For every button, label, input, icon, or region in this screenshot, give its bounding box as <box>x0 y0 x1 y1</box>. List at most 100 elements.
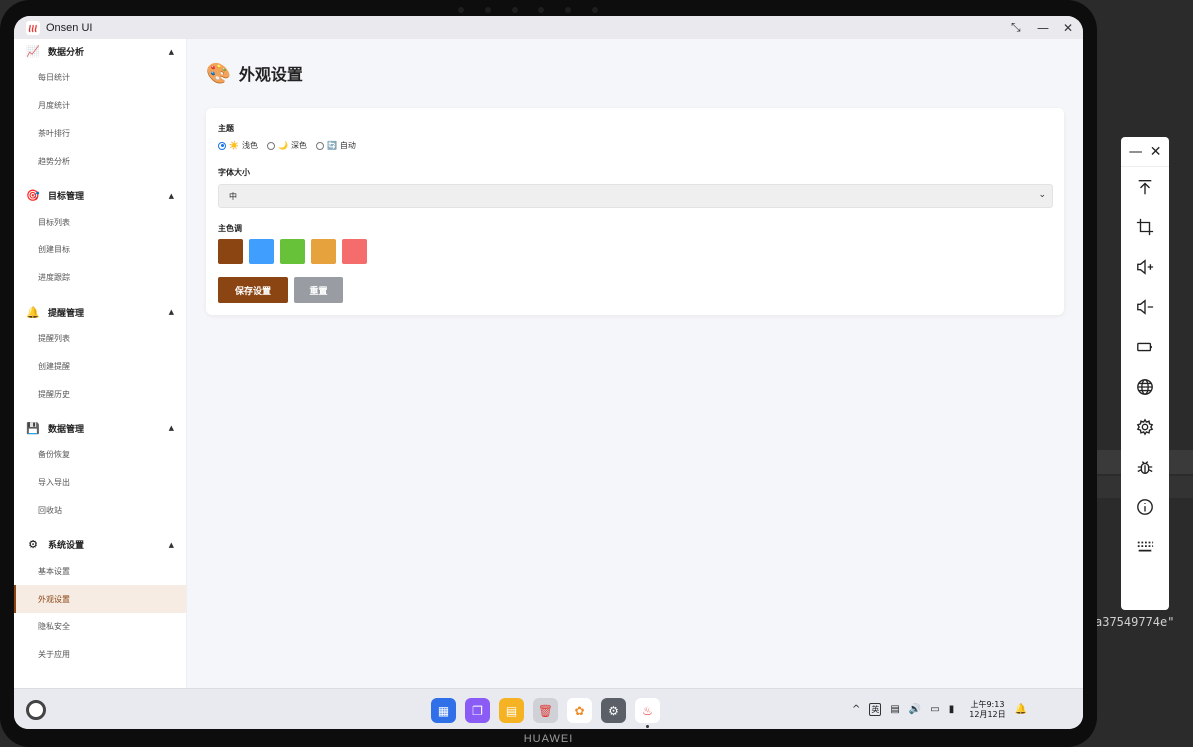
settings-icon[interactable]: ⚙ <box>601 698 626 723</box>
volume-down-icon[interactable] <box>1121 287 1169 327</box>
theme-radio[interactable] <box>266 141 275 150</box>
sidebar-item[interactable]: 每日统计 <box>14 64 186 92</box>
sidebar-item[interactable]: 备份恢复 <box>14 441 186 469</box>
color-swatch[interactable] <box>311 239 336 264</box>
sidebar-item[interactable]: 月度统计 <box>14 92 186 120</box>
top-icon[interactable] <box>1121 167 1169 207</box>
sidebar-group-label: 数据管理 <box>48 424 85 435</box>
onsen-logo-icon <box>26 20 40 35</box>
page-title: 外观设置 <box>238 65 303 84</box>
font-size-label: 字体大小 <box>218 168 250 177</box>
crop-icon[interactable] <box>1121 207 1169 247</box>
sidebar-group-header[interactable]: 📈 数据分析 ▲ <box>14 39 186 64</box>
multitask-icon[interactable]: ❐ <box>465 698 490 723</box>
bug-icon[interactable] <box>1121 447 1169 487</box>
sidebar-item[interactable]: 创建提醒 <box>14 352 186 380</box>
sidebar-group-header[interactable]: 💾 数据管理 ▲ <box>14 416 186 441</box>
theme-radio-label[interactable]: 深色 <box>291 140 307 151</box>
sidebar-group: 🔔 提醒管理 ▲ 提醒列表 创建提醒 提醒历史 <box>14 300 186 408</box>
emulator-tool-panel: — ✕ <box>1121 137 1169 610</box>
dock: ▦ ❐ ▤ 🗑 ✿ ⚙ ♨ <box>431 698 660 728</box>
clock[interactable]: 上午9:13 12月12日 <box>969 700 1005 720</box>
trash-icon[interactable]: 🗑 <box>533 698 558 723</box>
sidebar-item[interactable]: 基本设置 <box>14 557 186 585</box>
notes-icon[interactable]: ▤ <box>499 698 524 723</box>
background-code-text: a37549774e" <box>1095 615 1175 629</box>
chevron-up-icon[interactable]: ▲ <box>169 541 174 549</box>
sidebar-item[interactable]: 关于应用 <box>14 641 186 669</box>
main-content: 🎨 外观设置 主题 ☀️ 浅色 🌙 深色 🔄 自动 字体大小 中 ⌄ 主色调 保存设置 重… <box>188 39 1083 688</box>
sidebar-item[interactable]: 提醒列表 <box>14 325 186 353</box>
theme-radio-label[interactable]: 浅色 <box>242 140 258 151</box>
panel-close-button[interactable]: ✕ <box>1150 144 1162 160</box>
chevron-down-icon: ⌄ <box>1038 190 1046 200</box>
onsen-app-icon[interactable]: ♨ <box>635 698 660 728</box>
color-swatch[interactable] <box>280 239 305 264</box>
display-icon[interactable]: ▭ <box>930 704 939 715</box>
window-title: Onsen UI <box>46 21 93 34</box>
sidebar-group: 📈 数据分析 ▲ 每日统计 月度统计 茶叶排行 趋势分析 <box>14 39 186 175</box>
sidebar-group: ⚙ 系统设置 ▲ 基本设置 外观设置 隐私安全 关于应用 <box>14 532 186 668</box>
tablet-frame: HUAWEI Onsen UI ⤡ — ✕ 📈 数据分析 ▲ 每日统计 月度统计 茶叶排行… <box>0 0 1097 747</box>
sidebar-group-header[interactable]: ⚙ 系统设置 ▲ <box>14 532 186 557</box>
sidebar-item[interactable]: 导入导出 <box>14 469 186 497</box>
sidebar-item[interactable]: 茶叶排行 <box>14 120 186 148</box>
sidebar-item[interactable]: 回收站 <box>14 497 186 525</box>
font-size-select[interactable]: 中 ⌄ <box>218 184 1053 208</box>
chevron-up-icon[interactable]: ▲ <box>169 192 174 200</box>
sidebar-group-header[interactable]: 🎯 目标管理 ▲ <box>14 183 186 208</box>
sidebar-group-label: 提醒管理 <box>48 308 85 319</box>
chevron-up-icon[interactable]: ▲ <box>169 308 174 316</box>
sidebar-item[interactable]: 提醒历史 <box>14 380 186 408</box>
sidebar-item[interactable]: 创建目标 <box>14 236 186 264</box>
chevron-up-icon[interactable]: ▲ <box>169 48 174 56</box>
color-swatch[interactable] <box>218 239 243 264</box>
sidebar-item[interactable]: 外观设置 <box>14 585 186 613</box>
battery-icon[interactable] <box>1121 327 1169 367</box>
globe-icon[interactable] <box>1121 367 1169 407</box>
sidebar-item[interactable]: 进度跟踪 <box>14 264 186 292</box>
theme-radio[interactable] <box>218 141 226 150</box>
sidebar-item[interactable]: 趋势分析 <box>14 147 186 175</box>
notification-bell-icon[interactable]: 🔔 <box>1015 704 1027 715</box>
theme-radio[interactable] <box>315 141 324 150</box>
info-icon[interactable] <box>1121 487 1169 527</box>
floppy-icon: 💾 <box>26 421 40 435</box>
sidebar-item[interactable]: 目标列表 <box>14 208 186 236</box>
close-button[interactable]: ✕ <box>1063 21 1073 35</box>
sidebar-group-label: 目标管理 <box>48 192 85 203</box>
sidebar-group-label: 系统设置 <box>48 541 85 552</box>
sidebar-group: 🎯 目标管理 ▲ 目标列表 创建目标 进度跟踪 <box>14 183 186 291</box>
gallery-icon[interactable]: ✿ <box>567 698 592 723</box>
start-button[interactable] <box>26 700 46 720</box>
battery-icon[interactable]: ▮ <box>949 704 955 715</box>
page-header: 🎨 外观设置 <box>206 61 303 85</box>
keyboard-icon[interactable] <box>1121 527 1169 567</box>
tray-chevron-icon[interactable]: ^ <box>852 704 860 715</box>
chevron-up-icon[interactable]: ▲ <box>169 424 174 432</box>
restore-button[interactable]: ⤡ <box>1011 20 1021 35</box>
reset-button[interactable]: 重置 <box>294 277 343 303</box>
window-titlebar: Onsen UI ⤡ — ✕ <box>14 16 1083 39</box>
save-settings-button[interactable]: 保存设置 <box>218 277 288 303</box>
volume-icon[interactable]: 🔊 <box>909 704 921 715</box>
sidebar-group: 💾 数据管理 ▲ 备份恢复 导入导出 回收站 <box>14 416 186 524</box>
system-tray: ^ 英 ▤ 🔊 ▭ ▮ 上午9:13 12月12日 🔔 <box>852 689 1027 729</box>
color-swatch[interactable] <box>342 239 367 264</box>
camera-bar <box>458 6 598 14</box>
primary-color-label: 主色调 <box>218 224 242 233</box>
volume-up-icon[interactable] <box>1121 247 1169 287</box>
ime-icon[interactable]: 英 <box>869 703 882 716</box>
minimize-button[interactable]: — <box>1037 21 1049 35</box>
theme-radio-label[interactable]: 自动 <box>340 140 356 151</box>
panel-minimize-button[interactable]: — <box>1129 144 1143 160</box>
color-swatch-group <box>218 239 367 264</box>
color-swatch[interactable] <box>249 239 274 264</box>
sidebar-item[interactable]: 隐私安全 <box>14 613 186 641</box>
sidebar-group-header[interactable]: 🔔 提醒管理 ▲ <box>14 300 186 325</box>
gear-icon[interactable] <box>1121 407 1169 447</box>
app-grid-icon[interactable]: ▦ <box>431 698 456 723</box>
theme-radio-group: ☀️ 浅色 🌙 深色 🔄 自动 <box>218 140 365 151</box>
moon-icon: 🌙 <box>277 141 288 150</box>
notes-tray-icon[interactable]: ▤ <box>890 704 899 715</box>
